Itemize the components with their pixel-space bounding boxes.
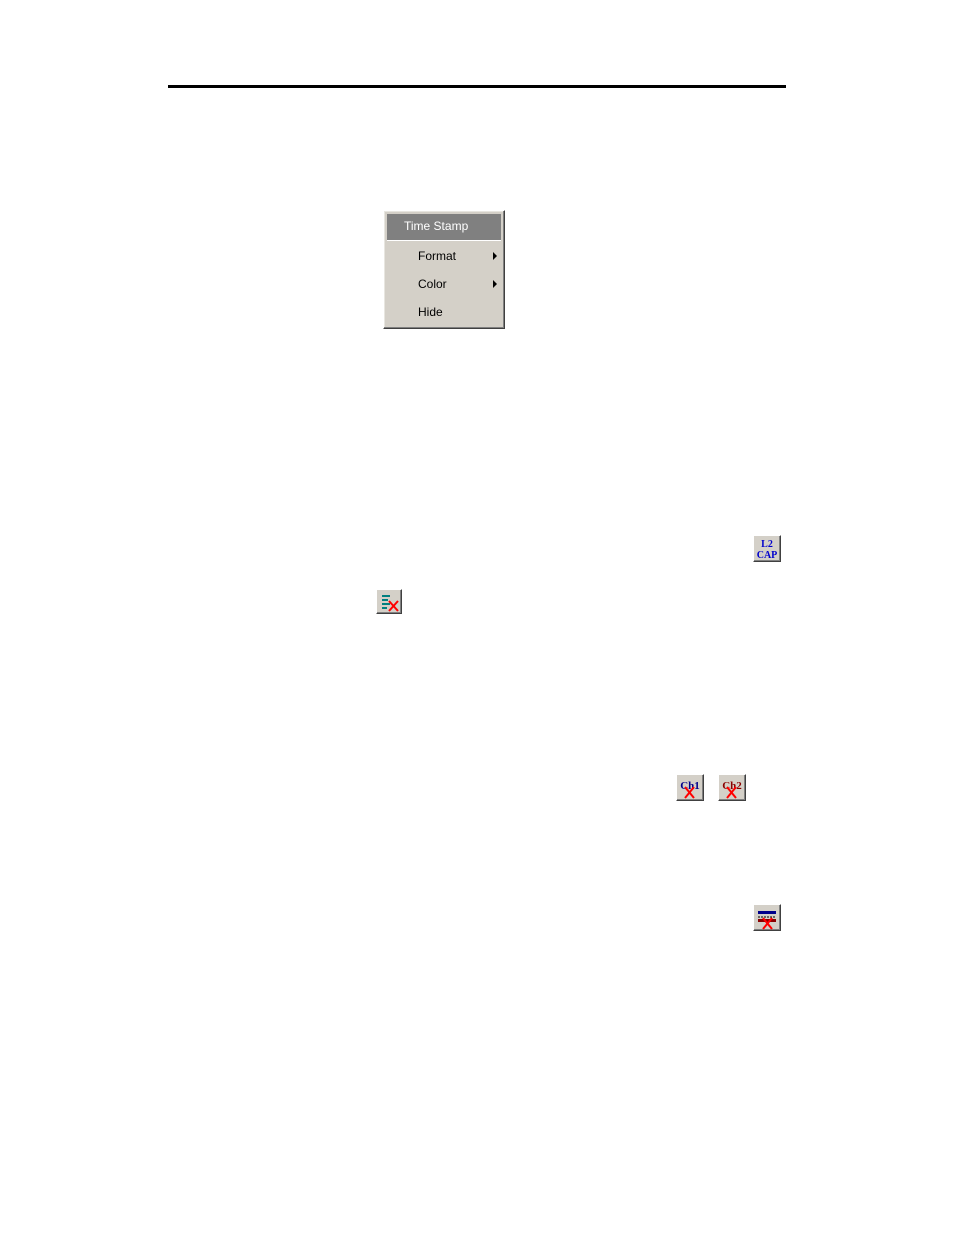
menu-item-label: Format <box>418 249 457 263</box>
menu-item-label: Hide <box>418 305 443 319</box>
menu-separator <box>387 239 501 241</box>
svg-text:Ch1: Ch1 <box>680 780 700 792</box>
clear-ch1-icon: Ch1 <box>680 780 700 799</box>
clear-ch2-button[interactable]: Ch2 <box>718 774 746 801</box>
l2cap-button[interactable]: L2 CAP <box>753 535 781 562</box>
submenu-arrow-icon <box>493 252 497 260</box>
menu-item-color[interactable]: Color <box>387 271 501 297</box>
submenu-arrow-icon <box>493 280 497 288</box>
header-rule <box>168 85 786 88</box>
svg-text:L2: L2 <box>761 539 773 550</box>
time-stamp-context-menu: Time Stamp Format Color Hide <box>383 210 505 329</box>
clear-ch2-icon: Ch2 <box>722 780 742 799</box>
menu-item-label: Color <box>418 277 447 291</box>
menu-item-format[interactable]: Format <box>387 243 501 269</box>
clear-both-channels-icon <box>758 911 776 930</box>
menu-item-hide[interactable]: Hide <box>387 299 501 325</box>
menu-title: Time Stamp <box>387 214 501 239</box>
svg-text:CAP: CAP <box>757 550 778 561</box>
l2cap-icon: L2 CAP <box>757 539 778 561</box>
clear-both-channels-button[interactable] <box>753 904 781 931</box>
clear-ch1-button[interactable]: Ch1 <box>676 774 704 801</box>
clear-list-icon <box>382 595 399 612</box>
clear-list-button[interactable] <box>376 589 402 614</box>
